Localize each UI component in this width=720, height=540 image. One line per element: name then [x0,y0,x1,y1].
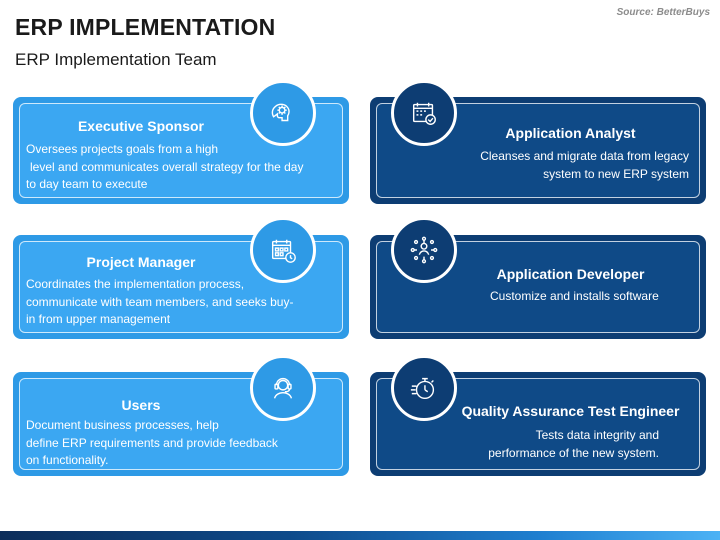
calendar-clock-icon [250,217,316,283]
bottom-gradient-bar [0,531,720,540]
card-description: Cleanses and migrate data from legacy sy… [480,149,689,181]
card-description: Tests data integrity and performance of … [488,428,659,460]
card-description: Coordinates the implementation process, … [26,277,294,326]
card-title: Quality Assurance Test Engineer [461,403,680,419]
page-title: ERP IMPLEMENTATION [15,14,276,40]
calendar-check-icon [391,80,457,146]
page-subtitle: ERP Implementation Team [15,50,217,69]
card-title: Application Analyst [505,125,636,141]
card-title: Application Developer [496,266,645,282]
stopwatch-icon [391,355,457,421]
brain-gear-icon [250,80,316,146]
network-person-icon [391,217,457,283]
source-label: Source: BetterBuys [616,7,710,18]
card-description: Oversees projects goals from a high leve… [26,142,304,191]
headset-user-icon [250,355,316,421]
card-description: Customize and installs software [490,289,659,303]
card-description: Document business processes, help define… [26,418,278,467]
